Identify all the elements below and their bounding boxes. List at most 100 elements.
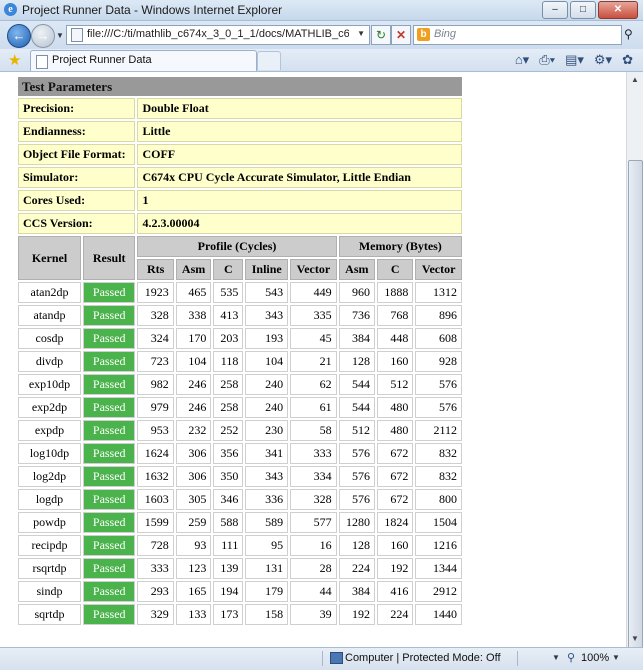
tab-bar: ★ Project Runner Data ⌂▾ ⎙▾ ▤▾ ⚙▾ ✿ [0, 49, 643, 72]
profile-rts-cell: 982 [137, 374, 174, 395]
profile-rts-cell: 1599 [137, 512, 174, 533]
profile-vector-cell: 334 [290, 466, 337, 487]
profile-rts-cell: 324 [137, 328, 174, 349]
address-url[interactable]: file:///C:/ti/mathlib_c674x_3_0_1_1/docs… [87, 28, 349, 40]
research-icon[interactable]: ✿ [622, 52, 633, 68]
print-icon[interactable]: ⎙▾ [539, 52, 555, 68]
back-button[interactable]: ← [7, 24, 31, 48]
profile-vector-cell: 44 [290, 581, 337, 602]
vertical-scrollbar[interactable]: ▲ ▼ [626, 72, 643, 662]
profile-vector-cell: 62 [290, 374, 337, 395]
kernel-cell: exp10dp [18, 374, 82, 395]
header-memory-group: Memory (Bytes) [338, 236, 462, 257]
header-profile-inline: Inline [245, 259, 289, 280]
header-profile-group: Profile (Cycles) [137, 236, 337, 257]
profile-c-cell: 350 [213, 466, 244, 487]
stop-icon[interactable]: ✕ [391, 25, 411, 45]
address-toolbar: ← → ▼ file:///C:/ti/mathlib_c674x_3_0_1_… [0, 21, 643, 49]
history-dropdown-icon[interactable]: ▼ [56, 31, 64, 40]
memory-c-cell: 1824 [377, 512, 414, 533]
kernel-cell: divdp [18, 351, 82, 372]
profile-rts-cell: 728 [137, 535, 174, 556]
address-input[interactable]: file:///C:/ti/mathlib_c674x_3_0_1_1/docs… [66, 25, 370, 45]
profile-rts-cell: 953 [137, 420, 174, 441]
page-menu-icon[interactable]: ▤▾ [565, 52, 584, 68]
scroll-up-icon[interactable]: ▲ [627, 72, 643, 88]
result-badge: Passed [83, 558, 136, 579]
table-row: powdp Passed 1599 259 588 589 577 1280 1824 1504 [18, 512, 462, 533]
profile-rts-cell: 333 [137, 558, 174, 579]
maximize-icon[interactable]: □ [570, 1, 596, 19]
kernel-cell: expdp [18, 420, 82, 441]
forward-button[interactable]: → [31, 24, 55, 48]
result-badge: Passed [83, 489, 136, 510]
profile-vector-cell: 28 [290, 558, 337, 579]
profile-vector-cell: 335 [290, 305, 337, 326]
table-row: exp10dp Passed 982 246 258 240 62 544 512 576 [18, 374, 462, 395]
new-tab-button[interactable] [257, 51, 281, 70]
scrollbar-thumb[interactable] [628, 160, 643, 662]
memory-asm-cell: 384 [338, 328, 376, 349]
memory-vector-cell: 1504 [415, 512, 462, 533]
table-row: log2dp Passed 1632 306 350 343 334 576 672 832 [18, 466, 462, 487]
window-controls: – □ ✕ [540, 1, 638, 19]
memory-c-cell: 160 [377, 351, 414, 372]
table-row: expdp Passed 953 232 252 230 58 512 480 2112 [18, 420, 462, 441]
profile-vector-cell: 16 [290, 535, 337, 556]
kernel-cell: powdp [18, 512, 82, 533]
profile-c-cell: 346 [213, 489, 244, 510]
param-value: COFF [137, 144, 462, 165]
scroll-down-icon[interactable]: ▼ [627, 631, 643, 647]
computer-zone-icon [330, 652, 343, 664]
header-result: Result [83, 236, 136, 280]
command-bar: ⌂▾ ⎙▾ ▤▾ ⚙▾ ✿ [515, 52, 633, 68]
param-value: 4.2.3.00004 [137, 213, 462, 234]
profile-asm-cell: 306 [175, 466, 212, 487]
zoom-icon[interactable]: ⚲ [567, 651, 575, 664]
param-value: 1 [137, 190, 462, 211]
profile-rts-cell: 1603 [137, 489, 174, 510]
param-key: Precision: [18, 98, 136, 119]
profile-rts-cell: 293 [137, 581, 174, 602]
tab-project-runner-data[interactable]: Project Runner Data [30, 50, 257, 71]
status-bar: Computer | Protected Mode: Off ▼ ⚲ 100% … [0, 647, 643, 670]
memory-vector-cell: 576 [415, 374, 462, 395]
kernel-cell: exp2dp [18, 397, 82, 418]
memory-asm-cell: 576 [338, 489, 376, 510]
param-row: Precision: Double Float [18, 98, 462, 119]
search-icon[interactable]: ⚲ [624, 27, 633, 41]
favorites-star-icon[interactable]: ★ [8, 51, 21, 69]
result-badge: Passed [83, 282, 136, 303]
result-badge: Passed [83, 397, 136, 418]
home-icon[interactable]: ⌂▾ [515, 52, 529, 68]
header-kernel: Kernel [18, 236, 82, 280]
zoom-level[interactable]: 100% [581, 652, 609, 664]
kernel-cell: recipdp [18, 535, 82, 556]
protected-mode-dropdown-icon[interactable]: ▼ [552, 653, 560, 662]
refresh-icon[interactable]: ↻ [371, 25, 391, 45]
table-row: rsqrtdp Passed 333 123 139 131 28 224 192 1344 [18, 558, 462, 579]
result-badge: Passed [83, 581, 136, 602]
address-dropdown-icon[interactable]: ▼ [357, 29, 365, 38]
param-value: C674x CPU Cycle Accurate Simulator, Litt… [137, 167, 462, 188]
profile-inline-cell: 104 [245, 351, 289, 372]
memory-asm-cell: 544 [338, 374, 376, 395]
bing-icon: b [417, 28, 430, 41]
result-badge: Passed [83, 443, 136, 464]
profile-asm-cell: 305 [175, 489, 212, 510]
result-rows: atan2dp Passed 1923 465 535 543 449 960 1888 1312… [18, 282, 462, 625]
minimize-icon[interactable]: – [542, 1, 568, 19]
profile-c-cell: 258 [213, 397, 244, 418]
search-input[interactable]: b Bing [413, 25, 622, 45]
close-icon[interactable]: ✕ [598, 1, 638, 19]
zoom-dropdown-icon[interactable]: ▼ [612, 653, 620, 662]
memory-asm-cell: 192 [338, 604, 376, 625]
memory-vector-cell: 832 [415, 443, 462, 464]
memory-vector-cell: 1440 [415, 604, 462, 625]
status-separator [517, 651, 518, 666]
ie-icon: e [4, 3, 17, 16]
memory-asm-cell: 512 [338, 420, 376, 441]
security-zone[interactable]: Computer | Protected Mode: Off [345, 652, 501, 664]
tools-gear-icon[interactable]: ⚙▾ [594, 52, 612, 68]
profile-vector-cell: 58 [290, 420, 337, 441]
